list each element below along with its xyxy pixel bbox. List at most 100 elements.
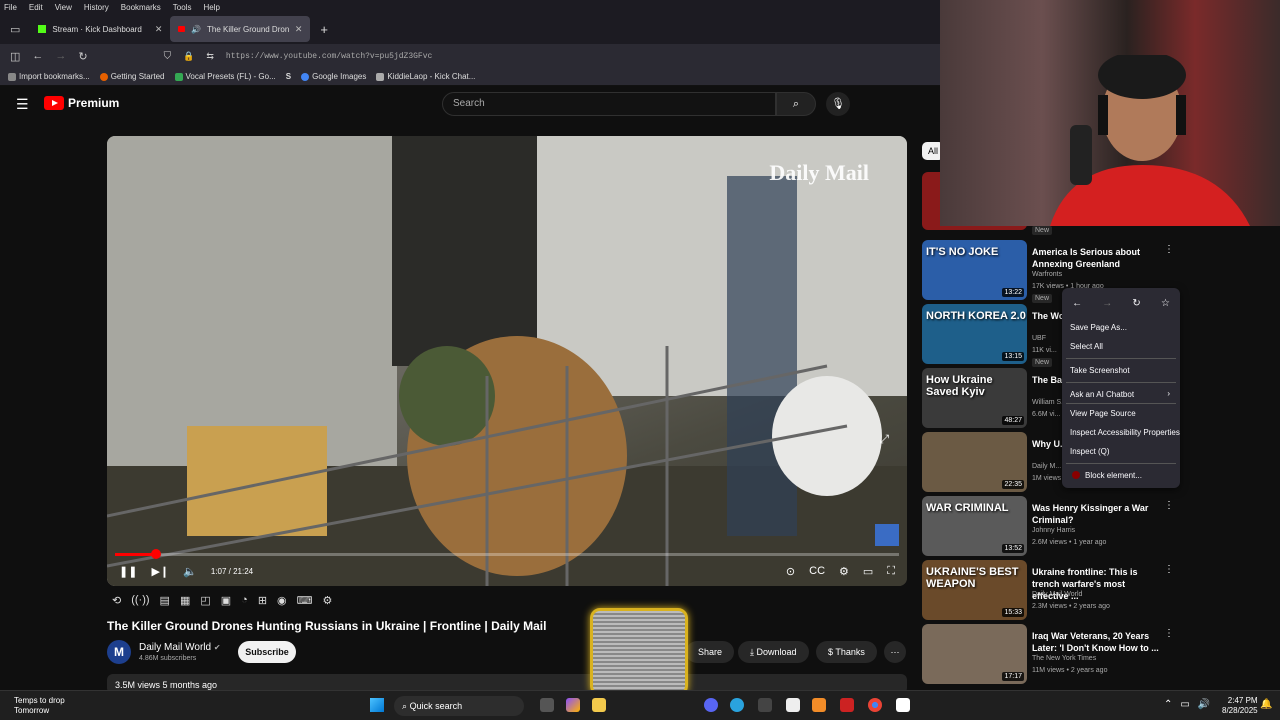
forward-icon[interactable]: → — [1102, 298, 1112, 309]
recommended-video-title[interactable]: Iraq War Veterans, 20 Years Later: 'I Do… — [1032, 630, 1162, 654]
bookmark-vocal-presets[interactable]: Vocal Presets (FL) - Go... — [174, 72, 276, 81]
video-thumbnail[interactable]: WAR CRIMINAL 13:52 — [922, 496, 1027, 556]
close-tab-icon[interactable]: ✕ — [155, 24, 163, 35]
bookmark-star-icon[interactable]: ☆ — [1161, 298, 1170, 309]
more-options-icon[interactable]: ⋮ — [1164, 564, 1174, 575]
volume-icon[interactable]: 🔊 — [1198, 699, 1210, 710]
video-thumbnail[interactable]: How Ukraine Saved Kyiv 48:27 — [922, 368, 1027, 428]
tab-list-icon[interactable]: ▭ — [0, 23, 30, 36]
menu-item-take-screenshot[interactable]: Take Screenshot — [1070, 366, 1130, 375]
more-options-icon[interactable]: ⋮ — [1164, 500, 1174, 511]
discord-icon[interactable] — [704, 698, 718, 712]
capcut-icon[interactable] — [896, 698, 910, 712]
more-options-icon[interactable]: ⋮ — [1164, 244, 1174, 255]
camera-icon[interactable]: ◉ — [277, 594, 287, 607]
menu-item-block-element[interactable]: Block element... — [1085, 471, 1142, 480]
close-tab-icon[interactable]: ✕ — [295, 24, 303, 35]
menu-item-save-page[interactable]: Save Page As... — [1070, 323, 1127, 332]
task-view-icon[interactable] — [540, 698, 554, 712]
menu-bookmarks[interactable]: Bookmarks — [121, 3, 161, 12]
url-field[interactable]: https://www.youtube.com/watch?v=pu5jdZ3G… — [226, 52, 432, 61]
menu-view[interactable]: View — [55, 3, 72, 12]
bookmark-kiddielaop[interactable]: KiddieLaop - Kick Chat... — [376, 72, 475, 81]
menu-item-select-all[interactable]: Select All — [1070, 342, 1103, 351]
recommended-video-title[interactable]: America Is Serious about Annexing Greenl… — [1032, 246, 1162, 270]
menu-item-view-source[interactable]: View Page Source — [1070, 409, 1136, 418]
video-player[interactable]: Daily Mail ⤢ ❚❚ ▶❙ 🔈 1:07 / 21:24 ⊙ CC ⚙… — [107, 136, 907, 586]
menu-file[interactable]: File — [4, 3, 17, 12]
menu-item-inspect[interactable]: Inspect (Q) — [1070, 447, 1110, 456]
new-tab-icon[interactable]: + — [310, 22, 328, 37]
recommended-channel[interactable]: Daily Mail World — [1032, 591, 1082, 598]
bookmark-import[interactable]: Import bookmarks... — [8, 72, 90, 81]
windows-start-icon[interactable] — [370, 698, 384, 712]
weather-widget[interactable]: Temps to drop Tomorrow — [14, 696, 65, 716]
cinema-icon[interactable]: ▤ — [160, 594, 170, 607]
telegram-icon[interactable] — [730, 698, 744, 712]
menu-item-ask-ai[interactable]: Ask an AI Chatbot — [1070, 390, 1134, 399]
fullscreen-icon[interactable]: ⛶ — [887, 565, 895, 578]
audio-mode-icon[interactable]: ((·)) — [131, 594, 149, 607]
hamburger-menu-icon[interactable]: ☰ — [16, 96, 29, 113]
copilot-icon[interactable] — [566, 698, 580, 712]
taskbar-search[interactable]: ⌕ Quick search — [394, 696, 524, 716]
theater-mode-icon[interactable]: ▭ — [863, 565, 873, 578]
loop-icon[interactable]: ⟲ — [112, 594, 121, 607]
keyboard-icon[interactable]: ⌨ — [297, 594, 313, 607]
fl-studio-icon[interactable] — [812, 698, 826, 712]
recommended-channel[interactable]: Daily M... — [1032, 463, 1061, 470]
menu-tools[interactable]: Tools — [173, 3, 192, 12]
app-icon[interactable] — [840, 698, 854, 712]
mini-player-icon[interactable]: ⊞ — [258, 594, 267, 607]
search-input[interactable]: Search — [442, 92, 776, 116]
extension-settings-gear-icon[interactable]: ⚙ — [323, 594, 333, 607]
speed-icon[interactable]: ◔ — [241, 594, 248, 607]
permissions-icon[interactable]: ⇆ — [206, 51, 214, 62]
more-actions-button[interactable]: ⋯ — [884, 641, 906, 663]
back-icon[interactable]: ← — [32, 50, 43, 62]
chevron-up-icon[interactable]: ⌃ — [1164, 699, 1172, 710]
forward-icon[interactable]: → — [55, 50, 66, 62]
video-thumbnail[interactable]: IT'S NO JOKE 13:22 — [922, 240, 1027, 300]
screenshot-tool-icon[interactable]: ▦ — [180, 594, 190, 607]
video-thumbnail[interactable]: 17:17 — [922, 624, 1027, 684]
subscribe-button[interactable]: Subscribe — [238, 641, 296, 663]
shield-icon[interactable]: ⛉ — [164, 51, 172, 62]
autoplay-toggle-icon[interactable]: ⊙ — [786, 565, 795, 578]
menu-item-inspect-accessibility[interactable]: Inspect Accessibility Properties — [1070, 428, 1180, 437]
captions-icon[interactable]: CC — [809, 565, 825, 577]
recommended-channel[interactable]: Johnny Harris — [1032, 527, 1075, 534]
capcut-icon[interactable] — [786, 698, 800, 712]
sidebar-toggle-icon[interactable]: ◫ — [10, 50, 20, 63]
recommended-channel[interactable]: Warfronts — [1032, 271, 1062, 278]
pause-icon[interactable]: ❚❚ — [119, 565, 137, 578]
popup-player-icon[interactable]: ▣ — [221, 594, 231, 607]
video-thumbnail[interactable]: UKRAINE'S BEST WEAPON 15:33 — [922, 560, 1027, 620]
tab-kick-dashboard[interactable]: Stream · Kick Dashboard ✕ — [30, 16, 170, 42]
more-options-icon[interactable]: ⋮ — [1164, 628, 1174, 639]
volume-icon[interactable]: 🔈 — [183, 565, 197, 578]
bookmark-getting-started[interactable]: Getting Started — [99, 72, 165, 81]
video-thumbnail[interactable]: NORTH KOREA 2.0 13:15 — [922, 304, 1027, 364]
bookmark-s[interactable]: S — [286, 72, 291, 81]
reload-icon[interactable]: ↻ — [1132, 298, 1140, 309]
notification-bell-icon[interactable]: 🔔 — [1260, 699, 1272, 710]
menu-history[interactable]: History — [84, 3, 109, 12]
clock[interactable]: 2:47 PM 8/28/2025 — [1222, 696, 1258, 716]
back-icon[interactable]: ← — [1072, 298, 1082, 309]
resize-icon[interactable]: ◰ — [200, 594, 210, 607]
next-icon[interactable]: ▶❙ — [151, 565, 169, 578]
youtube-logo[interactable]: Premium — [44, 96, 119, 110]
chrome-icon[interactable] — [868, 698, 882, 712]
search-button[interactable]: ⌕ — [776, 92, 816, 116]
file-explorer-icon[interactable] — [592, 698, 606, 712]
reload-icon[interactable]: ↻ — [78, 50, 87, 63]
thanks-button[interactable]: $ Thanks — [816, 641, 877, 663]
speaker-icon[interactable]: 🔊 — [191, 25, 201, 34]
recommended-channel[interactable]: UBF — [1032, 335, 1046, 342]
channel-avatar[interactable]: M — [107, 640, 131, 664]
menu-help[interactable]: Help — [203, 3, 219, 12]
share-button[interactable]: Share — [686, 641, 735, 663]
tab-youtube-video[interactable]: 🔊 The Killer Ground Drones H ✕ — [170, 16, 311, 42]
network-icon[interactable]: ▭ — [1180, 699, 1189, 710]
